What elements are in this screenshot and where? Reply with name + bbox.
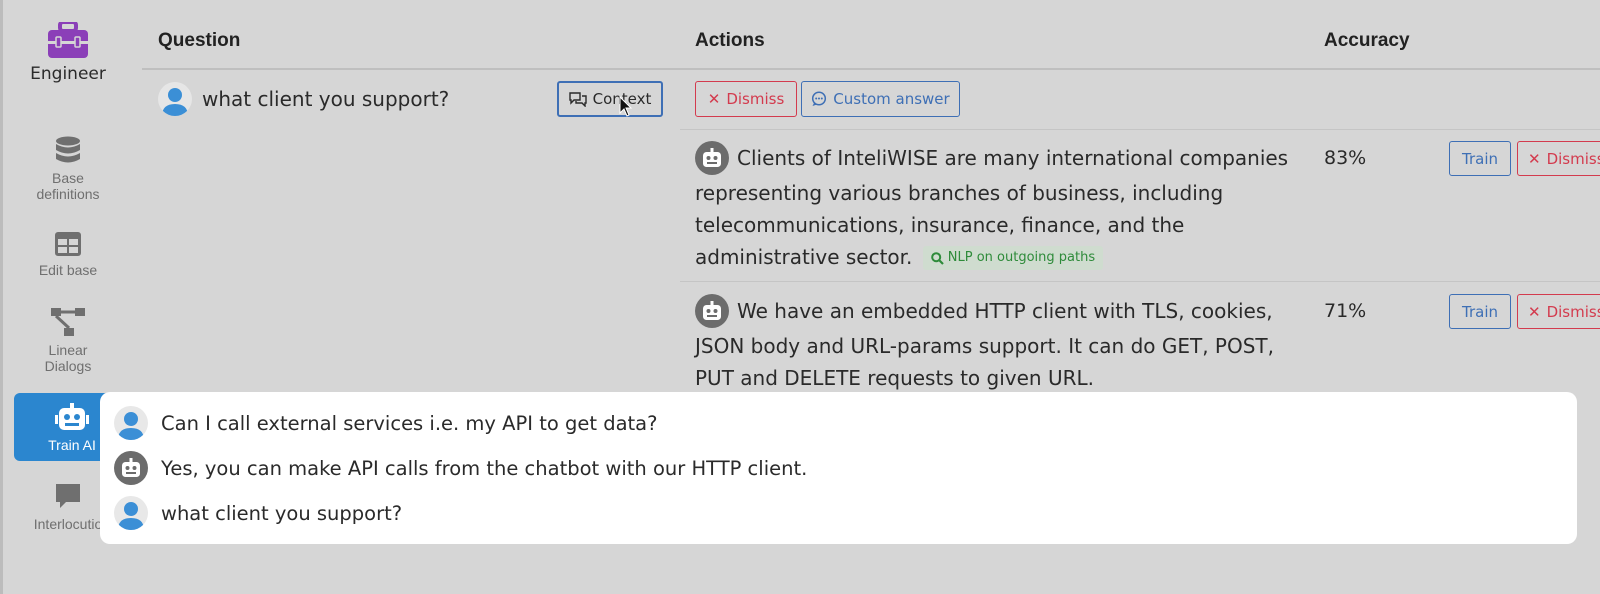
- answer-line: We have an embedded HTTP client with TLS…: [737, 299, 1273, 323]
- accuracy-value: 71%: [1324, 300, 1367, 322]
- robot-icon: [122, 458, 140, 477]
- answer-line: JSON body and URL-params support. It can…: [695, 333, 1275, 358]
- header-divider: [142, 68, 1600, 70]
- train-button-label: Train: [1462, 149, 1498, 168]
- suggested-answer: Clients of InteliWISE are many internati…: [695, 140, 1289, 273]
- user-icon: [118, 412, 144, 440]
- user-avatar: [114, 496, 148, 530]
- custom-answer-label: Custom answer: [833, 90, 950, 108]
- sidebar-item-label: Linear: [48, 342, 88, 358]
- sidebar-item-label: Edit base: [38, 262, 98, 278]
- close-icon: ✕: [1528, 302, 1541, 321]
- dismiss-answer-button[interactable]: ✕ Dismiss: [1517, 141, 1600, 176]
- answer-line: PUT and DELETE requests to given URL.: [695, 365, 1094, 390]
- robot-icon: [703, 147, 721, 167]
- suggested-answer: We have an embedded HTTP client with TLS…: [695, 293, 1275, 394]
- dismiss-question-button[interactable]: ✕ Dismiss: [695, 81, 797, 117]
- sidebar-item-edit-base[interactable]: Edit base: [3, 232, 133, 278]
- row-divider: [680, 281, 1600, 282]
- sidebar-item-label: definitions: [36, 186, 100, 202]
- context-message-text: Can I call external services i.e. my API…: [161, 411, 658, 435]
- brand-label: Engineer: [30, 64, 106, 84]
- dismiss-answer-button[interactable]: ✕ Dismiss: [1517, 294, 1600, 329]
- robot-icon: [55, 403, 89, 430]
- table-icon: [55, 232, 81, 256]
- accuracy-value: 83%: [1324, 147, 1367, 169]
- search-icon: [930, 251, 944, 265]
- mouse-cursor-icon: [619, 96, 633, 117]
- toolbox-icon: [48, 22, 88, 58]
- sitemap-icon: [51, 308, 85, 336]
- brand[interactable]: Engineer: [3, 22, 133, 84]
- close-icon: ✕: [707, 90, 721, 108]
- database-icon: [56, 136, 80, 163]
- nlp-badge-label: NLP on outgoing paths: [947, 250, 1096, 265]
- comments-icon: [568, 91, 587, 107]
- row-divider: [680, 129, 1600, 130]
- answer-line: telecommunications, insurance, finance, …: [695, 212, 1185, 237]
- train-button-label: Train: [1462, 302, 1498, 321]
- answer-line: representing various branches of busines…: [695, 180, 1224, 205]
- sidebar-item-label: Dialogs: [44, 358, 92, 374]
- close-icon: ✕: [1528, 149, 1541, 168]
- context-message-user: what client you support?: [114, 496, 402, 530]
- bot-avatar: [114, 451, 148, 485]
- bot-avatar: [695, 140, 729, 175]
- robot-icon: [703, 300, 721, 320]
- column-header-question: Question: [158, 30, 241, 51]
- sidebar-item-base-definitions[interactable]: Base definitions: [3, 136, 133, 202]
- column-header-actions: Actions: [695, 30, 765, 51]
- context-message-text: what client you support?: [161, 501, 403, 525]
- context-button[interactable]: Context: [557, 81, 663, 117]
- dismiss-button-label: Dismiss: [1546, 149, 1600, 168]
- context-message-user: Can I call external services i.e. my API…: [114, 406, 657, 440]
- comment-icon: [56, 484, 80, 508]
- user-avatar: [114, 406, 148, 440]
- nlp-badge: NLP on outgoing paths: [922, 246, 1104, 270]
- dismiss-button-label: Dismiss: [726, 90, 785, 108]
- comment-dots-icon: [812, 91, 827, 106]
- question-text: what client you support?: [202, 87, 450, 111]
- context-message-bot: Yes, you can make API calls from the cha…: [114, 451, 807, 485]
- user-icon: [118, 502, 144, 530]
- dismiss-button-label: Dismiss: [1546, 302, 1600, 321]
- context-message-text: Yes, you can make API calls from the cha…: [161, 456, 808, 480]
- sidebar-item-linear-dialogs[interactable]: Linear Dialogs: [3, 308, 133, 374]
- train-button[interactable]: Train: [1449, 141, 1511, 176]
- answer-line: Clients of InteliWISE are many internati…: [737, 146, 1289, 170]
- sidebar-item-label: Base: [52, 170, 84, 186]
- context-popup: Can I call external services i.e. my API…: [100, 392, 1577, 544]
- answer-line: administrative sector.: [695, 244, 913, 269]
- custom-answer-button[interactable]: Custom answer: [801, 81, 960, 117]
- train-button[interactable]: Train: [1449, 294, 1511, 329]
- column-header-accuracy: Accuracy: [1324, 30, 1410, 51]
- user-avatar: [158, 82, 192, 116]
- user-icon: [162, 88, 188, 116]
- bot-avatar: [695, 293, 729, 328]
